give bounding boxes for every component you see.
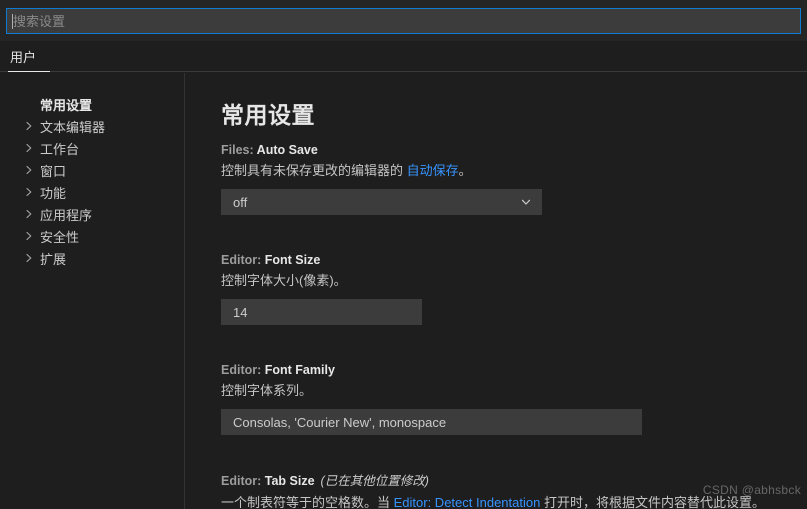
font-size-input[interactable]: 14 [221, 299, 422, 325]
setting-category: Editor: [221, 474, 265, 488]
font-size-value: 14 [233, 304, 248, 320]
settings-tree-sidebar: 常用设置 文本编辑器 工作台 窗口 功能 应用程序 安全性 扩展 [0, 73, 184, 509]
description-text-before: 一个制表符等于的空格数。当 [221, 495, 394, 509]
tab-user[interactable]: 用户 [8, 43, 38, 73]
chevron-right-icon [22, 251, 36, 265]
setting-key: Font Family [264, 363, 335, 377]
description-text-before: 控制字体系列。 [221, 383, 313, 398]
chevron-right-icon [22, 229, 36, 243]
search-input[interactable]: 搜索设置 [6, 8, 801, 34]
setting-row-editor-font-family: Editor: Font Family 控制字体系列。 Consolas, 'C… [221, 363, 781, 435]
settings-header-bar: 搜索设置 [0, 0, 807, 41]
setting-key: Font Size [264, 253, 321, 267]
setting-row-editor-font-size: Editor: Font Size 控制字体大小(像素)。 14 [221, 253, 781, 325]
setting-description: 控制字体系列。 [221, 382, 781, 400]
tab-bar-divider [0, 71, 807, 72]
setting-title: Files: Auto Save [221, 143, 781, 157]
auto-save-select[interactable]: off [221, 189, 542, 215]
setting-key: Tab Size [264, 474, 315, 488]
auto-save-selected-value: off [233, 194, 248, 210]
setting-row-files-auto-save: Files: Auto Save 控制具有未保存更改的编辑器的 自动保存。 of… [221, 143, 781, 215]
setting-row-editor-tab-size: Editor: Tab Size (已在其他位置修改) 一个制表符等于的空格数。当… [221, 470, 781, 509]
setting-description: 一个制表符等于的空格数。当 Editor: Detect Indentation… [221, 494, 781, 509]
setting-modified-elsewhere-note: (已在其他位置修改) [320, 474, 429, 488]
description-link[interactable]: 自动保存 [407, 163, 459, 178]
setting-title: Editor: Font Family [221, 363, 781, 377]
description-text-after: 。 [458, 163, 472, 178]
description-text-before: 控制具有未保存更改的编辑器的 [221, 163, 407, 178]
sidebar-item-extensions[interactable]: 扩展 [0, 247, 184, 269]
search-input-placeholder: 搜索设置 [13, 13, 66, 29]
setting-category: Editor: [221, 363, 265, 377]
sidebar-item-common-settings[interactable]: 常用设置 [0, 93, 184, 115]
tab-active-indicator [8, 71, 50, 72]
font-family-value: Consolas, 'Courier New', monospace [233, 414, 447, 430]
sidebar-item-workbench[interactable]: 工作台 [0, 137, 184, 159]
sidebar-item-window[interactable]: 窗口 [0, 159, 184, 181]
page-title: 常用设置 [221, 102, 315, 128]
chevron-right-icon [22, 185, 36, 199]
sidebar-item-features[interactable]: 功能 [0, 181, 184, 203]
chevron-down-icon [520, 196, 532, 208]
setting-description: 控制字体大小(像素)。 [221, 272, 781, 290]
description-text-before: 控制字体大小(像素)。 [221, 273, 347, 288]
chevron-right-icon [22, 207, 36, 221]
sidebar-item-security[interactable]: 安全性 [0, 225, 184, 247]
sidebar-item-application[interactable]: 应用程序 [0, 203, 184, 225]
setting-title: Editor: Tab Size (已在其他位置修改) [221, 470, 781, 489]
font-family-input[interactable]: Consolas, 'Courier New', monospace [221, 409, 642, 435]
setting-title: Editor: Font Size [221, 253, 781, 267]
settings-tab-bar: 用户 [0, 41, 807, 73]
setting-description: 控制具有未保存更改的编辑器的 自动保存。 [221, 162, 781, 180]
sidebar-item-text-editor[interactable]: 文本编辑器 [0, 115, 184, 137]
settings-main-pane: 常用设置 Files: Auto Save 控制具有未保存更改的编辑器的 自动保… [185, 73, 807, 509]
sidebar-item-label: 常用设置 [40, 97, 93, 113]
chevron-right-icon [22, 141, 36, 155]
chevron-right-icon [22, 163, 36, 177]
setting-category: Files: [221, 143, 257, 157]
description-link[interactable]: Editor: Detect Indentation [394, 495, 541, 509]
setting-category: Editor: [221, 253, 265, 267]
description-text-after: 打开时，将根据文件内容替代此设置。 [540, 495, 765, 509]
chevron-right-icon [22, 119, 36, 133]
setting-key: Auto Save [256, 143, 318, 157]
